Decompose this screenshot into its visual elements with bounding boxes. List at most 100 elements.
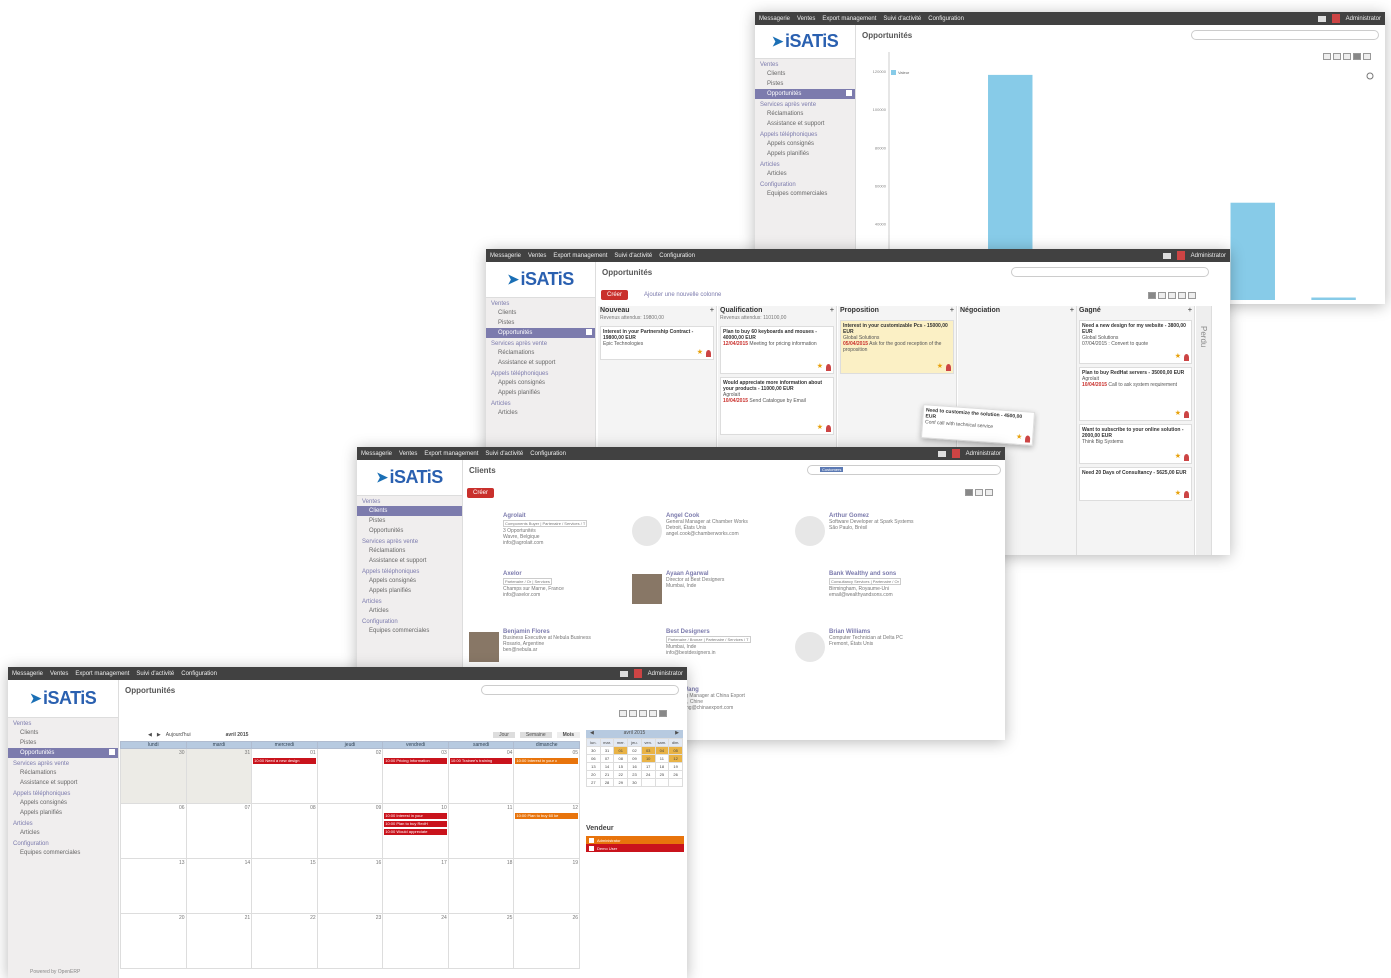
calendar-day-cell[interactable]: 12 10:00 Plan to buy 60 ke (513, 803, 580, 859)
mini-day[interactable]: 07 (599, 754, 615, 763)
vendeur-item[interactable]: Administrator (586, 836, 684, 844)
sidebar-item-appels-planifies[interactable]: Appels planifiés (486, 388, 595, 398)
sidebar-item-pistes[interactable]: Pistes (8, 738, 118, 748)
menu-configuration[interactable]: Configuration (181, 671, 217, 677)
mode-day-button[interactable]: Jour (493, 731, 515, 738)
next-icon[interactable]: ▶ (157, 732, 161, 738)
calendar-event[interactable]: 10:00 Trainee's training (449, 758, 513, 764)
sidebar-item-opportunites[interactable]: Opportunités (8, 748, 118, 758)
calendar-day-cell[interactable]: 06 (120, 803, 187, 859)
menu-messagerie[interactable]: Messagerie (490, 253, 521, 259)
kanban-view-button[interactable] (619, 710, 627, 717)
bar[interactable] (1230, 202, 1275, 300)
menu-suivi[interactable]: Suivi d'activité (614, 253, 652, 259)
client-card[interactable]: Axelor Partenaire / Or | Services Champs s… (469, 571, 629, 623)
sidebar-item-assistance[interactable]: Assistance et support (486, 358, 595, 368)
mini-day[interactable]: 22 (613, 770, 629, 779)
star-icon[interactable]: ★ (1175, 352, 1181, 360)
calendar-day-cell[interactable]: 05 10:00 Interest in your c (513, 748, 580, 804)
sidebar-item-opportunites[interactable]: Opportunités (357, 526, 462, 536)
menu-messagerie[interactable]: Messagerie (12, 671, 43, 677)
mini-day[interactable]: 19 (668, 762, 683, 771)
powered-by[interactable]: Powered by OpenERP (30, 969, 80, 975)
mini-day[interactable]: 28 (599, 778, 615, 787)
star-icon[interactable]: ★ (1175, 452, 1181, 460)
calendar-day-cell[interactable]: 16 (316, 858, 384, 914)
sidebar-item-appels-planifies[interactable]: Appels planifiés (357, 586, 462, 596)
menu-ventes[interactable]: Ventes (797, 16, 815, 22)
mini-day[interactable]: 21 (599, 770, 615, 779)
mini-day[interactable] (654, 778, 670, 787)
sidebar-item-appels-planifies[interactable]: Appels planifiés (755, 149, 855, 159)
search-input[interactable]: Customers (807, 465, 1001, 475)
calendar-day-cell[interactable]: 26 (513, 913, 580, 969)
vendeur-item[interactable]: Demo User (586, 844, 684, 852)
menu-ventes[interactable]: Ventes (528, 253, 546, 259)
create-button[interactable]: Créer (601, 290, 629, 300)
calendar-day-cell[interactable]: 09 (316, 803, 384, 859)
sidebar-item-articles[interactable]: Articles (755, 169, 855, 179)
calendar-view-button[interactable] (1188, 292, 1196, 299)
add-card-icon[interactable]: + (1070, 307, 1074, 314)
graph-view-button[interactable] (1178, 292, 1186, 299)
sidebar-item-appels-consignes[interactable]: Appels consignés (486, 378, 595, 388)
search-filter-facet[interactable]: Customers (820, 467, 844, 472)
mini-day[interactable]: 14 (599, 762, 615, 771)
opportunity-card[interactable]: Want to subscribe to your online solutio… (1079, 424, 1192, 464)
menu-configuration[interactable]: Configuration (928, 16, 964, 22)
opportunity-card[interactable]: Interest in your customizable Pcs - 1500… (840, 320, 954, 374)
calendar-event[interactable]: 10:00 Would appreciate (384, 829, 447, 835)
sidebar-item-appels-planifies[interactable]: Appels planifiés (8, 808, 118, 818)
mini-day[interactable]: 30 (627, 778, 642, 787)
mini-next-icon[interactable]: ▶ (675, 730, 679, 736)
form-view-button[interactable] (1168, 292, 1176, 299)
client-card[interactable]: Ayaan Agarwal Director at Best Designers M… (632, 571, 792, 623)
search-input[interactable] (481, 685, 679, 695)
sidebar-item-equipes[interactable]: Equipes commerciales (755, 189, 855, 199)
star-icon[interactable]: ★ (817, 423, 823, 431)
create-button[interactable]: Créer (467, 488, 495, 498)
sidebar-item-appels-consignes[interactable]: Appels consignés (357, 576, 462, 586)
mini-day[interactable]: 23 (627, 770, 642, 779)
calendar-day-cell[interactable]: 03 10:00 Pricing Information (382, 748, 449, 804)
mini-prev-icon[interactable]: ◀ (590, 730, 594, 736)
sidebar-item-clients[interactable]: Clients (755, 69, 855, 79)
menu-export[interactable]: Export management (553, 253, 607, 259)
menu-configuration[interactable]: Configuration (530, 451, 566, 457)
add-card-icon[interactable]: + (950, 307, 954, 314)
mini-day[interactable]: 10 (640, 754, 656, 763)
kanban-view-button[interactable] (1148, 292, 1156, 299)
checkbox[interactable] (589, 845, 594, 851)
bar[interactable] (1311, 297, 1356, 300)
mini-day[interactable]: 02 (627, 746, 642, 755)
calendar-day-cell[interactable]: 25 (447, 913, 515, 969)
sidebar-item-appels-consignes[interactable]: Appels consignés (755, 139, 855, 149)
opportunity-card[interactable]: Need 20 Days of Consultancy - 5625,00 EU… (1079, 467, 1192, 501)
add-card-icon[interactable]: + (830, 307, 834, 314)
calendar-day-cell[interactable]: 31 (185, 748, 253, 804)
star-icon[interactable]: ★ (1175, 489, 1181, 497)
calendar-day-cell[interactable]: 07 (185, 803, 253, 859)
mini-day[interactable]: 04 (654, 746, 670, 755)
sidebar-item-pistes[interactable]: Pistes (357, 516, 462, 526)
opportunity-card[interactable]: Interest in your Partnership Contract - … (600, 326, 714, 360)
mini-day[interactable]: 29 (613, 778, 629, 787)
sidebar-item-clients[interactable]: Clients (486, 308, 595, 318)
sidebar-item-appels-consignes[interactable]: Appels consignés (8, 798, 118, 808)
menu-export[interactable]: Export management (75, 671, 129, 677)
sidebar-item-assistance[interactable]: Assistance et support (357, 556, 462, 566)
opportunity-card[interactable]: Would appreciate more information about … (720, 377, 834, 435)
mini-day[interactable]: 24 (640, 770, 656, 779)
calendar-day-cell[interactable]: 14 (185, 858, 253, 914)
sidebar-item-pistes[interactable]: Pistes (755, 79, 855, 89)
menu-suivi[interactable]: Suivi d'activité (485, 451, 523, 457)
star-icon[interactable]: ★ (937, 362, 943, 370)
mini-day[interactable]: 03 (640, 746, 656, 755)
mini-day[interactable]: 30 (586, 746, 601, 755)
calendar-event[interactable]: 10:00 Pricing Information (384, 758, 447, 764)
opportunity-card[interactable]: Plan to buy RedHat servers - 35000,00 EU… (1079, 367, 1192, 421)
user-menu[interactable]: Administrator (1191, 253, 1226, 259)
star-icon[interactable]: ★ (697, 348, 703, 356)
add-column-link[interactable]: Ajouter une nouvelle colonne (644, 292, 721, 298)
mail-icon[interactable] (619, 670, 628, 677)
